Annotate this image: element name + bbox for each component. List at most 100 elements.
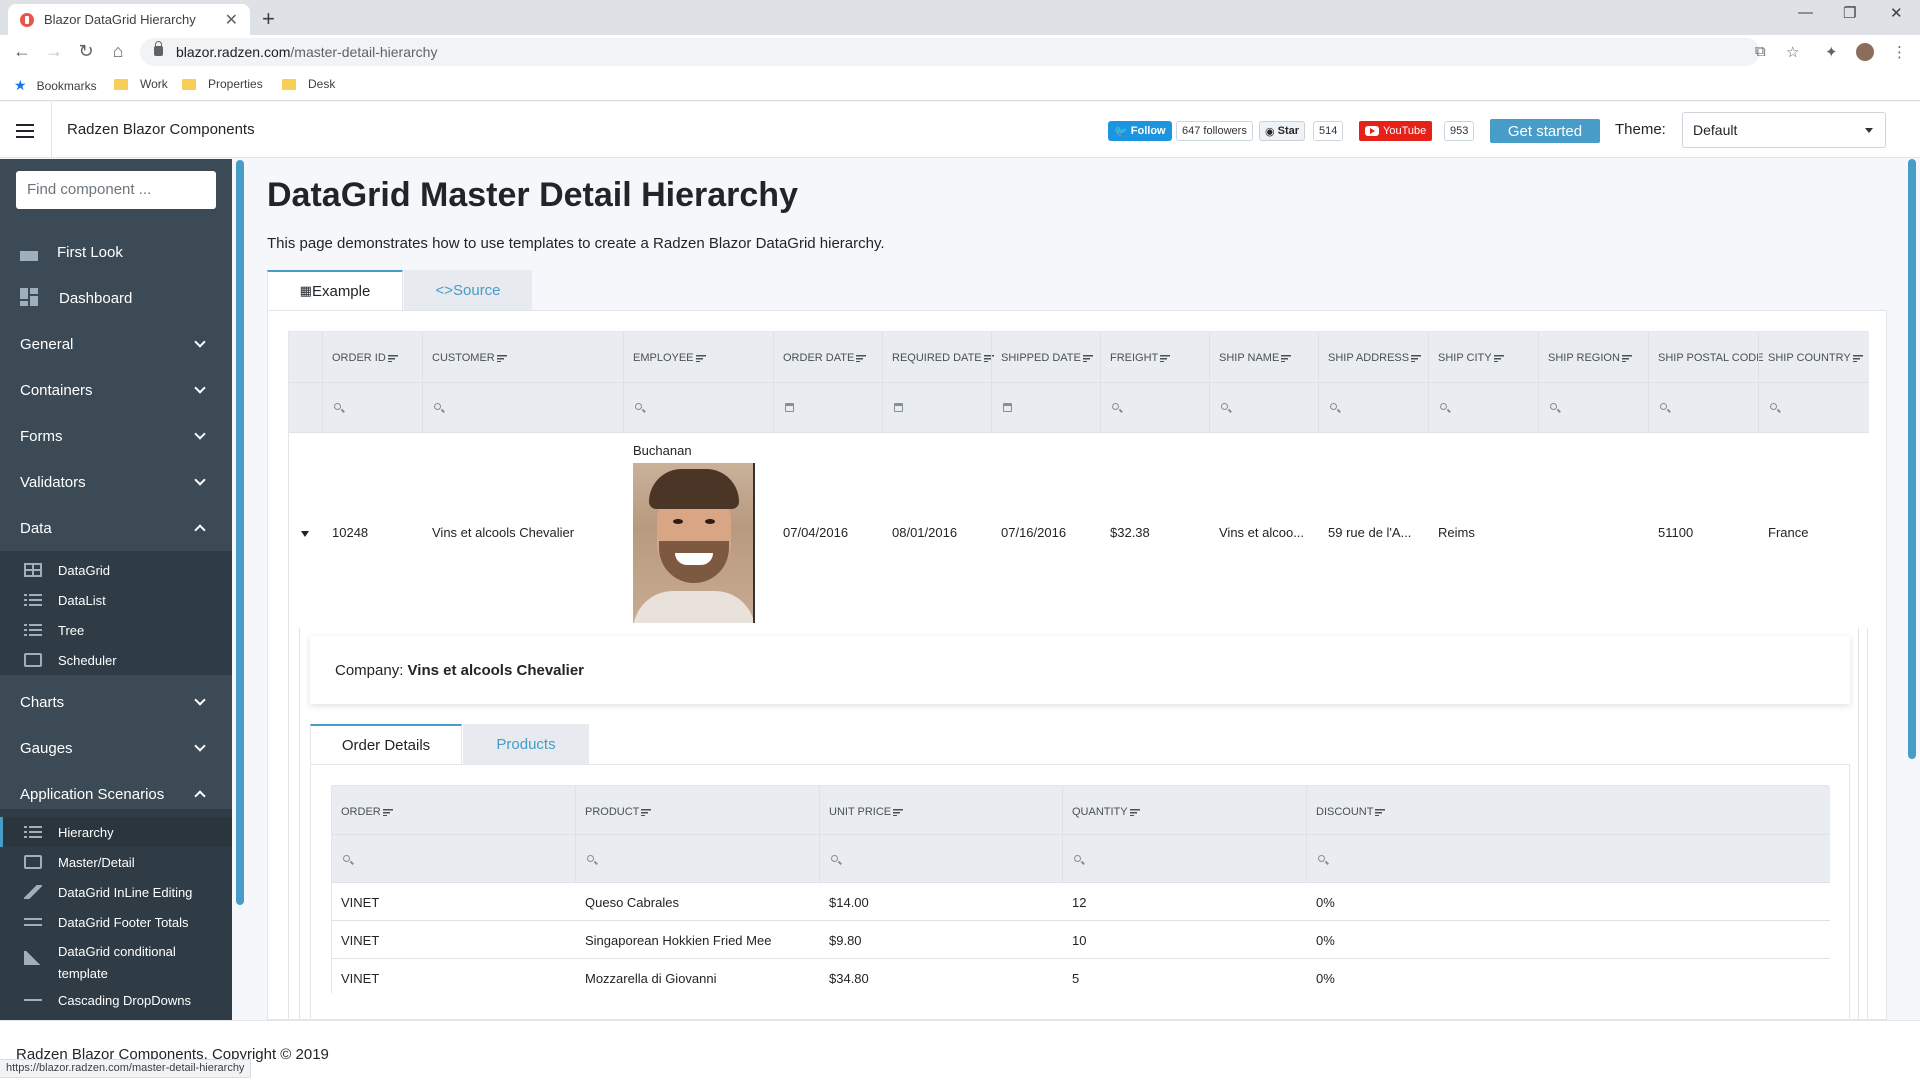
sidebar-item-gauges[interactable]: Gauges [0,725,232,771]
home-icon[interactable]: ⌂ [107,41,129,62]
filter-search-icon[interactable] [1440,403,1447,410]
filter-search-icon[interactable] [1318,855,1325,862]
profile-avatar[interactable] [1856,43,1874,61]
get-started-button[interactable]: Get started [1490,119,1600,143]
sidebar-item-footer-totals[interactable]: DataGrid Footer Totals [0,907,232,937]
collapse-row-icon[interactable] [301,531,309,537]
column-header-employee[interactable]: EMPLOYEE [633,352,706,364]
filter-search-icon[interactable] [635,403,642,410]
bookmark-label: Work [140,77,168,91]
sidebar-item-dashboard[interactable]: Dashboard [0,275,232,321]
sidebar-item-containers[interactable]: Containers [0,367,232,413]
column-header-freight[interactable]: FREIGHT [1110,352,1171,364]
column-header-ship-country[interactable]: SHIP COUNTRY [1768,352,1863,364]
column-header-quantity[interactable]: QUANTITY [1072,806,1140,818]
tab-order-details[interactable]: Order Details [310,724,462,764]
sidebar-item-validators[interactable]: Validators [0,459,232,505]
sidebar-scrollbar[interactable] [236,160,244,905]
column-header-order-id[interactable]: ORDER ID [332,352,398,364]
filter-search-icon[interactable] [1550,403,1557,410]
sidebar-item-forms[interactable]: Forms [0,413,232,459]
bookmark-star-icon[interactable]: ☆ [1786,43,1799,61]
filter-search-icon[interactable] [1221,403,1228,410]
tab-source[interactable]: <> Source [404,270,532,310]
twitter-follow-button[interactable]: 🐦 Follow [1108,121,1172,141]
sidebar-item-charts[interactable]: Charts [0,679,232,725]
sidebar-item-master-detail[interactable]: Master/Detail [0,847,232,877]
filter-search-icon[interactable] [1770,403,1777,410]
youtube-count[interactable]: 953 [1444,121,1475,141]
column-header-ship-address[interactable]: SHIP ADDRESS [1328,352,1422,364]
column-header-ship-region[interactable]: SHIP REGION [1548,352,1632,364]
filter-search-icon[interactable] [434,403,441,410]
sidebar-item-inline-editing[interactable]: DataGrid InLine Editing [0,877,232,907]
sidebar-item-datalist[interactable]: DataList [0,585,232,615]
filter-search-icon[interactable] [1074,855,1081,862]
back-icon[interactable]: ← [11,41,33,62]
filter-calendar-icon[interactable] [894,403,903,412]
tab-products[interactable]: Products [463,724,589,764]
column-header-product[interactable]: PRODUCT [585,806,652,818]
sidebar-item-datagrid[interactable]: DataGrid [0,555,232,585]
address-bar[interactable]: blazor.radzen.com/master-detail-hierarch… [140,38,1760,66]
column-header-order[interactable]: ORDER [341,806,393,818]
hamburger-menu-icon[interactable] [16,124,34,138]
bookmark-properties[interactable]: Properties [182,77,263,91]
new-tab-icon[interactable]: + [262,6,275,32]
sidebar-item-label: DataGrid [58,562,111,578]
filter-search-icon[interactable] [587,855,594,862]
youtube-button[interactable]: YouTube [1359,121,1433,141]
component-search-input[interactable]: Find component ... [16,171,216,209]
filter-search-icon[interactable] [1112,403,1119,410]
filter-search-icon[interactable] [343,855,350,862]
forward-icon[interactable]: → [43,41,65,62]
close-window-icon[interactable]: ✕ [1890,4,1903,22]
column-header-discount[interactable]: DISCOUNT [1316,806,1386,818]
column-header-ship-name[interactable]: SHIP NAME [1219,352,1292,364]
filter-search-icon[interactable] [1330,403,1337,410]
github-star-button[interactable]: ◉ Star [1259,121,1306,141]
extensions-icon[interactable]: ✦ [1825,43,1838,61]
sidebar-item-cascading-dropdowns[interactable]: Cascading DropDowns [0,985,232,1015]
theme-dropdown[interactable]: Default [1682,112,1886,148]
browser-menu-icon[interactable]: ⋮ [1892,43,1907,61]
bookmark-work[interactable]: Work [114,77,168,91]
minimize-icon[interactable]: — [1798,4,1813,21]
sidebar-item-general[interactable]: General [0,321,232,367]
filter-calendar-icon[interactable] [785,403,794,412]
column-header-order-date[interactable]: ORDER DATE [783,352,867,364]
column-header-ship-city[interactable]: SHIP CITY [1438,352,1504,364]
reload-icon[interactable]: ↻ [75,41,97,62]
table-row[interactable]: 10248 Vins et alcools Chevalier Buchanan… [289,432,1869,628]
twitter-follow-label: Follow [1130,125,1166,137]
column-header-shipped-date[interactable]: SHIPPED DATE [1001,352,1093,364]
sidebar-item-tree[interactable]: Tree [0,615,232,645]
restore-icon[interactable]: ❐ [1843,4,1856,22]
filter-search-icon[interactable] [334,403,341,410]
column-header-unit-price[interactable]: UNIT PRICE [829,806,904,818]
browser-tab[interactable]: Blazor DataGrid Hierarchy ✕ [8,4,250,35]
sidebar-item-scheduler[interactable]: Scheduler [0,645,232,675]
sidebar-item-data[interactable]: Data [0,505,232,551]
close-tab-icon[interactable]: ✕ [225,10,238,30]
filter-calendar-icon[interactable] [1003,403,1012,412]
sidebar-item-first-look[interactable]: First Look [0,229,232,275]
bookmark-bookmarks[interactable]: ★ Bookmarks [14,77,97,94]
column-header-ship-postal-code[interactable]: SHIP POSTAL CODE [1658,352,1764,364]
column-header-customer[interactable]: CUSTOMER [432,352,507,364]
table-row[interactable]: VINET Singaporean Hokkien Fried Mee $9.8… [332,920,1830,958]
sidebar-item-conditional-template[interactable]: DataGrid conditional template [0,937,232,983]
table-row[interactable]: VINET Mozzarella di Giovanni $34.80 5 0% [332,958,1830,996]
column-header-required-date[interactable]: REQUIRED DATE [892,352,994,364]
translate-icon[interactable]: ⧉ [1755,43,1766,60]
table-row[interactable]: VINET Queso Cabrales $14.00 12 0% [332,882,1830,920]
filter-search-icon[interactable] [1660,403,1667,410]
sidebar-item-hierarchy[interactable]: Hierarchy [0,817,232,847]
cell-quantity: 10 [1072,933,1087,948]
bookmark-desk[interactable]: Desk [282,77,335,91]
tab-example[interactable]: ▦ Example [267,270,403,310]
page-scrollbar[interactable] [1908,159,1916,759]
github-star-count[interactable]: 514 [1313,121,1344,141]
twitter-followers-count[interactable]: 647 followers [1176,121,1253,141]
filter-search-icon[interactable] [831,855,838,862]
